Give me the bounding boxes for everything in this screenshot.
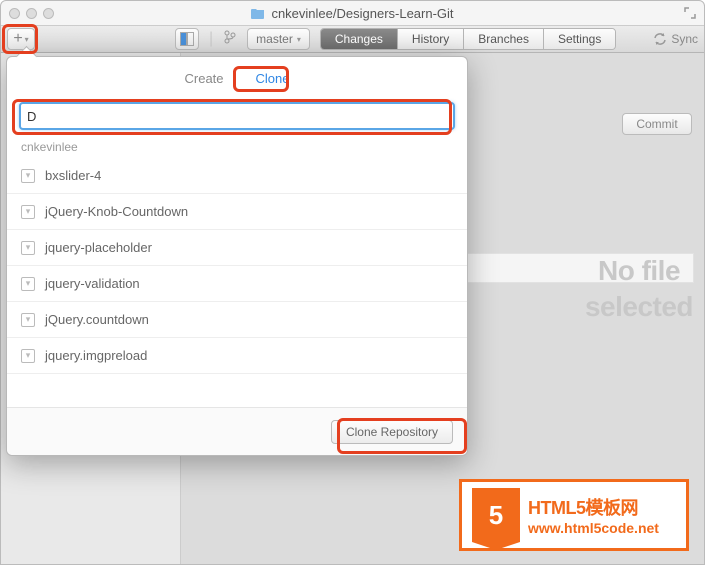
repo-name: jquery-validation xyxy=(45,276,140,291)
tab-clone[interactable]: Clone xyxy=(252,69,294,88)
repo-icon: ▾ xyxy=(21,241,35,255)
repo-group-owner: cnkevinlee xyxy=(7,130,467,158)
window-title: cnkevinlee/Designers-Learn-Git xyxy=(271,6,453,21)
branch-icon xyxy=(223,29,237,50)
repo-icon: ▾ xyxy=(21,205,35,219)
fullscreen-icon[interactable] xyxy=(684,6,696,24)
plus-icon: + xyxy=(13,31,22,47)
tab-history[interactable]: History xyxy=(398,29,464,49)
repo-name: jquery.imgpreload xyxy=(45,348,147,363)
popover-tabs: Create Clone xyxy=(7,57,467,102)
repo-list-item[interactable]: ▾ jQuery-Knob-Countdown xyxy=(7,194,467,230)
add-repo-popover: Create Clone D cnkevinlee ▾ bxslider-4 ▾ jQ… xyxy=(6,56,468,456)
repo-icon: ▾ xyxy=(21,169,35,183)
branch-name: master xyxy=(256,32,293,46)
repo-list-item[interactable]: ▾ jquery-validation xyxy=(7,266,467,302)
repo-list-item[interactable]: ▾ jQuery.countdown xyxy=(7,302,467,338)
tab-settings[interactable]: Settings xyxy=(544,29,615,49)
branch-selector[interactable]: master ▾ xyxy=(247,28,310,50)
repo-icon: ▾ xyxy=(21,277,35,291)
traffic-lights xyxy=(9,8,54,19)
divider: | xyxy=(209,30,213,48)
commit-button[interactable]: Commit xyxy=(622,113,692,135)
repo-name: jQuery-Knob-Countdown xyxy=(45,204,188,219)
tab-changes[interactable]: Changes xyxy=(321,29,398,49)
search-value: D xyxy=(27,109,36,124)
repo-list-item[interactable]: ▾ jquery-placeholder xyxy=(7,230,467,266)
repo-icon: ▾ xyxy=(21,349,35,363)
popover-footer: Clone Repository xyxy=(7,407,467,455)
caret-down-icon: ▾ xyxy=(25,35,29,44)
repo-name: jQuery.countdown xyxy=(45,312,149,327)
repo-name: bxslider-4 xyxy=(45,168,101,183)
clone-repository-button[interactable]: Clone Repository xyxy=(331,420,453,444)
repo-icon: ▾ xyxy=(21,313,35,327)
layout-toggle-button[interactable] xyxy=(175,28,199,50)
close-dot[interactable] xyxy=(9,8,20,19)
html5-logo-icon: 5 xyxy=(472,488,520,542)
titlebar: cnkevinlee/Designers-Learn-Git xyxy=(1,1,704,25)
split-pane-icon xyxy=(180,32,194,46)
watermark-text: HTML5模板网 www.html5code.net xyxy=(528,494,659,536)
watermark: 5 HTML5模板网 www.html5code.net xyxy=(459,479,689,551)
zoom-dot[interactable] xyxy=(43,8,54,19)
tab-branches[interactable]: Branches xyxy=(464,29,544,49)
repo-list[interactable]: ▾ bxslider-4 ▾ jQuery-Knob-Countdown ▾ jquery… xyxy=(7,158,467,374)
view-tabs: Changes History Branches Settings xyxy=(320,28,616,50)
no-file-selected-label: No file selected xyxy=(584,253,694,326)
repo-list-item[interactable]: ▾ jquery.imgpreload xyxy=(7,338,467,374)
sync-icon xyxy=(653,32,667,46)
repo-search-input[interactable]: D xyxy=(19,102,455,130)
tab-create[interactable]: Create xyxy=(181,69,228,88)
repo-name: jquery-placeholder xyxy=(45,240,152,255)
caret-down-icon: ▾ xyxy=(297,35,301,44)
folder-icon xyxy=(251,7,265,19)
add-repo-button[interactable]: + ▾ xyxy=(7,28,35,50)
repo-list-item[interactable]: ▾ bxslider-4 xyxy=(7,158,467,194)
minimize-dot[interactable] xyxy=(26,8,37,19)
sync-button[interactable]: Sync xyxy=(653,32,698,46)
toolbar: + ▾ | master ▾ Changes History Branches … xyxy=(1,25,704,53)
